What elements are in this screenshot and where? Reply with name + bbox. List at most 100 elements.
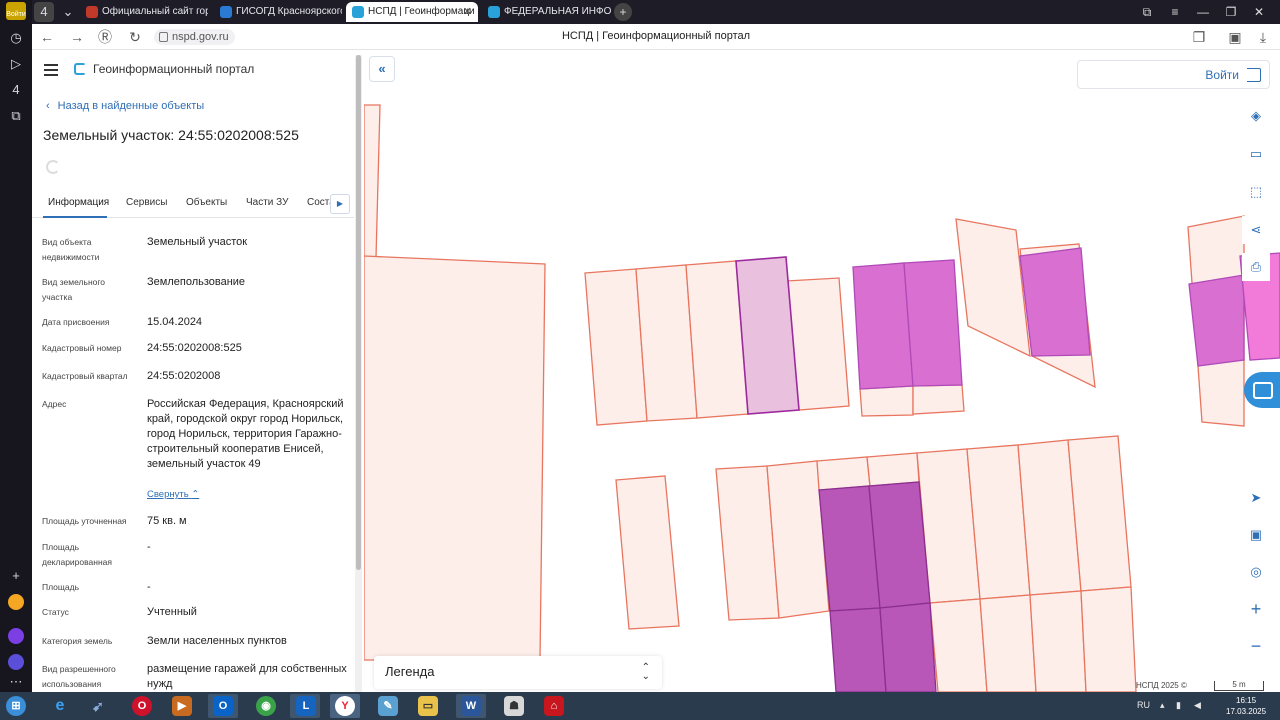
scrollbar-thumb[interactable] [356, 55, 361, 570]
locate-icon[interactable]: ➤ [1242, 484, 1270, 512]
print-icon[interactable]: ⎙ [1242, 253, 1270, 281]
field-value: 75 кв. м [147, 515, 187, 527]
menu-icon[interactable]: ≡ [1166, 3, 1184, 21]
word-icon[interactable]: W [461, 696, 481, 716]
pdf-icon[interactable]: ⌂ [544, 696, 564, 716]
restore-icon[interactable]: ❐ [1222, 3, 1240, 21]
field-label: Вид разрешенного использования [42, 664, 116, 689]
collapse-link[interactable]: Свернуть ⌃ [147, 489, 199, 500]
menu-icon[interactable] [44, 64, 58, 76]
ie-icon[interactable]: e [50, 696, 70, 716]
parcel-dark [868, 481, 931, 609]
alice-icon[interactable] [8, 628, 24, 644]
tabs-icon[interactable]: ⧉ [1138, 3, 1156, 21]
ruler-icon[interactable]: ▭ [1242, 140, 1270, 168]
tab-group-icon[interactable]: 4 [34, 2, 54, 22]
tab-objects[interactable]: Объекты [186, 197, 227, 208]
geolocation-icon[interactable]: ◎ [1242, 558, 1270, 586]
field-label: Кадастровый квартал [42, 371, 128, 381]
browser-sidebar: Войти ◷ ▷ 4 ⧉ + ⋯ [0, 0, 32, 692]
media-player-icon[interactable]: ▶ [172, 696, 192, 716]
parcel-dark [879, 602, 937, 692]
opera-icon[interactable]: O [132, 696, 152, 716]
parcel [364, 104, 381, 259]
download-icon[interactable]: ⤓ [1254, 28, 1272, 46]
zoom-in-icon[interactable]: + [1242, 595, 1270, 623]
reader-icon[interactable]: ▣ [1226, 28, 1244, 46]
layers-icon[interactable]: ◈ [1242, 102, 1270, 130]
back-link[interactable]: ‹ Назад в найденные объекты [46, 100, 204, 112]
map-view[interactable]: « Войти ◈ ▭ ⬚ ⋖ ⎙ ➤ ▣ ◎ + − Легенда ⌃ ⌄ Н… [364, 50, 1280, 692]
close-window-icon[interactable]: ✕ [1250, 3, 1268, 21]
zoom-out-icon[interactable]: − [1242, 632, 1270, 660]
close-tab-icon[interactable]: ✕ [463, 2, 472, 22]
network-icon[interactable]: ▮ [1176, 700, 1181, 711]
app-icon[interactable] [8, 594, 24, 610]
new-tab-button[interactable]: + [614, 3, 632, 21]
field-value: - [147, 541, 151, 553]
volume-icon[interactable]: ◀ [1194, 700, 1201, 711]
tab-title: Официальный сайт город [102, 6, 208, 17]
expand-icon: ⌃ ⌄ [641, 662, 650, 682]
notepad-icon[interactable]: ✎ [378, 696, 398, 716]
parcel [859, 385, 914, 417]
panel-scrollbar[interactable] [355, 55, 362, 692]
bookmark-icon[interactable]: ❐ [1190, 28, 1208, 46]
legend-panel[interactable]: Легенда ⌃ ⌄ [374, 656, 662, 689]
tray-arrow-icon[interactable]: ▴ [1160, 700, 1165, 711]
more-icon[interactable]: ⋯ [6, 672, 26, 692]
tab-item-active[interactable]: НСПД | Геоинформаци ✕ [346, 2, 478, 22]
tab-parts[interactable]: Части ЗУ [246, 197, 288, 208]
bird-icon[interactable]: ➹ [88, 696, 108, 716]
parcel [364, 255, 546, 661]
chat-icon[interactable] [1244, 372, 1280, 408]
field-value: Землепользование [147, 276, 246, 288]
taskbar: ⊞ e ➹ O ▶ O ◉ L Y ✎ ▭ W ☗ ⌂ RU ▴ ▮ ◀ 16:… [0, 692, 1280, 720]
lync-icon[interactable]: L [296, 696, 316, 716]
login-icon [1247, 68, 1261, 82]
clock-time: 16:15 [1236, 696, 1257, 705]
yandex-browser-icon[interactable]: Y [335, 696, 355, 716]
minimize-icon[interactable]: — [1194, 3, 1212, 21]
archiver-icon[interactable]: ☗ [504, 696, 524, 716]
clock[interactable]: 16:15 17.03.2025 [1226, 695, 1266, 717]
outlook-icon[interactable]: O [213, 696, 233, 716]
parcel-highlight [1019, 247, 1091, 357]
messenger-icon[interactable] [8, 654, 24, 670]
scale-bar: 5 m [1214, 681, 1264, 691]
chevron-down-icon[interactable]: ⌄ [58, 2, 78, 22]
add-icon[interactable]: + [6, 566, 26, 586]
field-value: - [147, 581, 151, 593]
field-label: Категория земель [42, 636, 113, 646]
profile-button[interactable]: Войти [6, 2, 26, 20]
tab-item-3[interactable]: ФЕДЕРАЛЬНАЯ ИНФОРМ [482, 2, 612, 22]
field-value: 24:55:0202008 [147, 370, 221, 382]
parcel-highlight [1188, 274, 1245, 367]
share-icon[interactable]: ⋖ [1242, 216, 1270, 244]
parcel-dark [829, 607, 887, 692]
select-area-icon[interactable]: ⬚ [1242, 178, 1270, 206]
portal-name: Геоинформационный портал [93, 62, 255, 76]
tab-services[interactable]: Сервисы [126, 197, 167, 208]
bookmarks-icon[interactable]: ⧉ [6, 106, 26, 126]
collapse-panel-button[interactable]: « [369, 56, 395, 82]
tabs-next-button[interactable]: ▶ [330, 194, 350, 214]
start-button[interactable]: ⊞ [6, 696, 26, 716]
map-canvas[interactable] [364, 50, 1280, 692]
parcel-highlight [903, 259, 963, 387]
collapse-label: Свернуть [147, 489, 189, 500]
highlighted-parcels [852, 247, 1245, 390]
counter-icon[interactable]: 4 [6, 80, 26, 100]
folder-icon[interactable]: ▭ [418, 696, 438, 716]
language-indicator[interactable]: RU [1137, 700, 1150, 710]
chrome-icon[interactable]: ◉ [256, 696, 276, 716]
tab-item-0[interactable]: Официальный сайт город [80, 2, 208, 22]
tab-info[interactable]: Информация [48, 197, 109, 208]
tab-item-1[interactable]: ГИСОГД Красноярского к [214, 2, 342, 22]
history-icon[interactable]: ◷ [6, 28, 26, 48]
parcel [1029, 590, 1087, 692]
minimap-icon[interactable]: ▣ [1242, 521, 1270, 549]
play-icon[interactable]: ▷ [6, 54, 26, 74]
field-label: Вид земельного участка [42, 277, 106, 302]
login-button[interactable]: Войти [1077, 60, 1270, 89]
